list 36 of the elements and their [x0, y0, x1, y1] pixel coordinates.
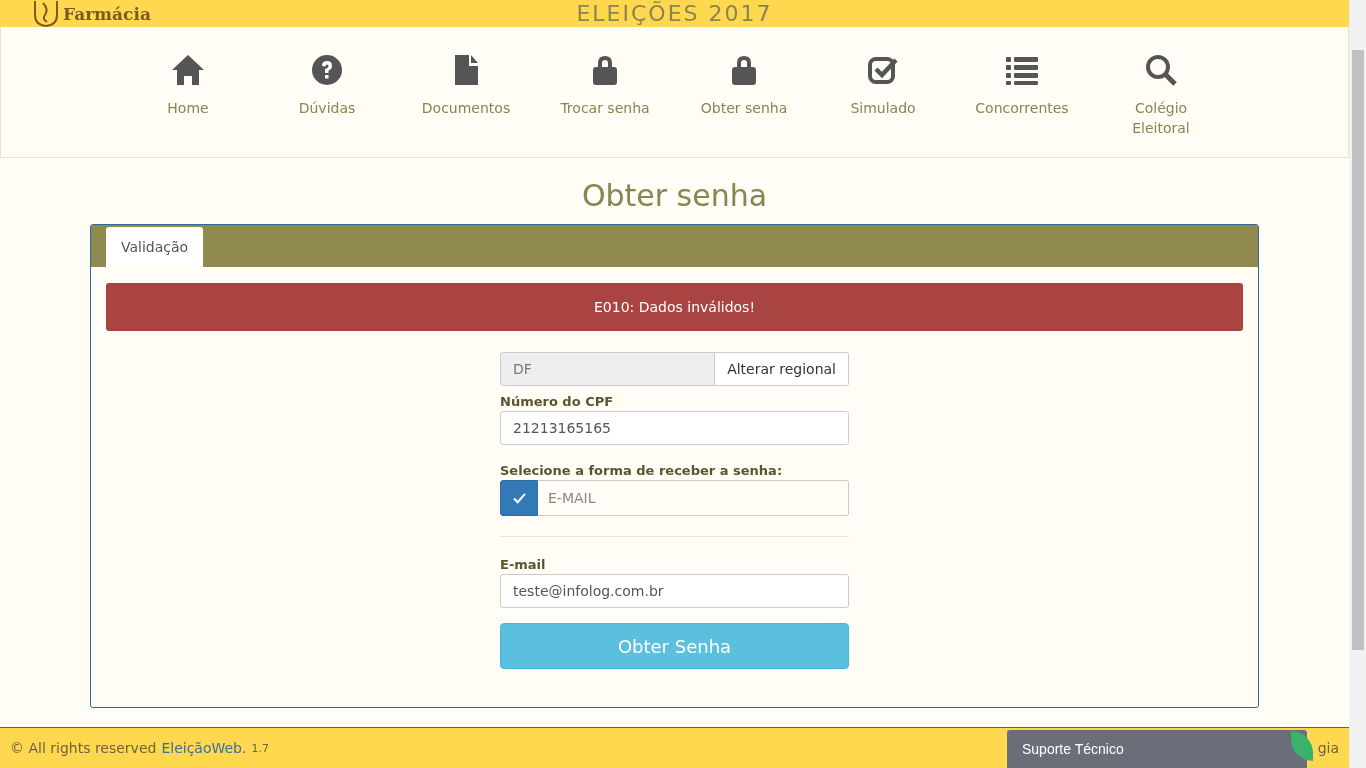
copyright-text: © All rights reserved [10, 740, 157, 756]
page-title: Obter senha [580, 178, 769, 214]
field-label: Selecione a forma de receber a senha: [500, 463, 784, 478]
question-icon [311, 54, 343, 86]
email-input[interactable]: teste@infolog.com.br [500, 574, 849, 608]
footer-text: gia [1317, 740, 1339, 756]
logo-text: Farmácia [63, 3, 151, 24]
tab[interactable]: Validação [106, 227, 204, 267]
emblem-icon [33, 0, 59, 27]
nav-link[interactable]: Colégio Eleitoral [1091, 27, 1231, 157]
submit-button[interactable]: Obter Senha [500, 623, 849, 669]
checkbox[interactable] [500, 480, 538, 516]
cpf-input[interactable]: 21213165165 [500, 411, 849, 445]
checkbox-icon [867, 54, 899, 86]
regional-field: DF [500, 352, 716, 386]
field-label: E-mail [500, 557, 547, 572]
field-label: Número do CPF [500, 394, 615, 409]
support-chat-tab[interactable]: Suporte Técnico [1007, 730, 1307, 768]
error-alert: E010: Dados inválidos! [106, 283, 1243, 331]
nav-link[interactable]: Concorrentes [952, 27, 1092, 157]
version-text: 1.7 [251, 741, 269, 755]
list-icon [1006, 54, 1038, 86]
option-label: E-MAIL [538, 480, 849, 516]
nav-link[interactable]: Dúvidas [257, 27, 397, 157]
scrollbar[interactable] [1349, 0, 1366, 768]
nav-link[interactable]: Trocar senha [535, 27, 675, 157]
nav-link[interactable]: Documentos [396, 27, 536, 157]
brand-link[interactable]: EleiçãoWeb. [161, 740, 247, 756]
change-regional-button[interactable]: Alterar regional [715, 352, 849, 386]
home-icon [172, 54, 204, 86]
nav-link[interactable]: Home [118, 27, 258, 157]
check-icon [512, 492, 526, 504]
nav-link[interactable]: Simulado [813, 27, 953, 157]
site-title: ELEIÇÕES 2017 [575, 0, 774, 27]
search-icon [1145, 54, 1177, 86]
nav-link[interactable]: Obter senha [674, 27, 814, 157]
